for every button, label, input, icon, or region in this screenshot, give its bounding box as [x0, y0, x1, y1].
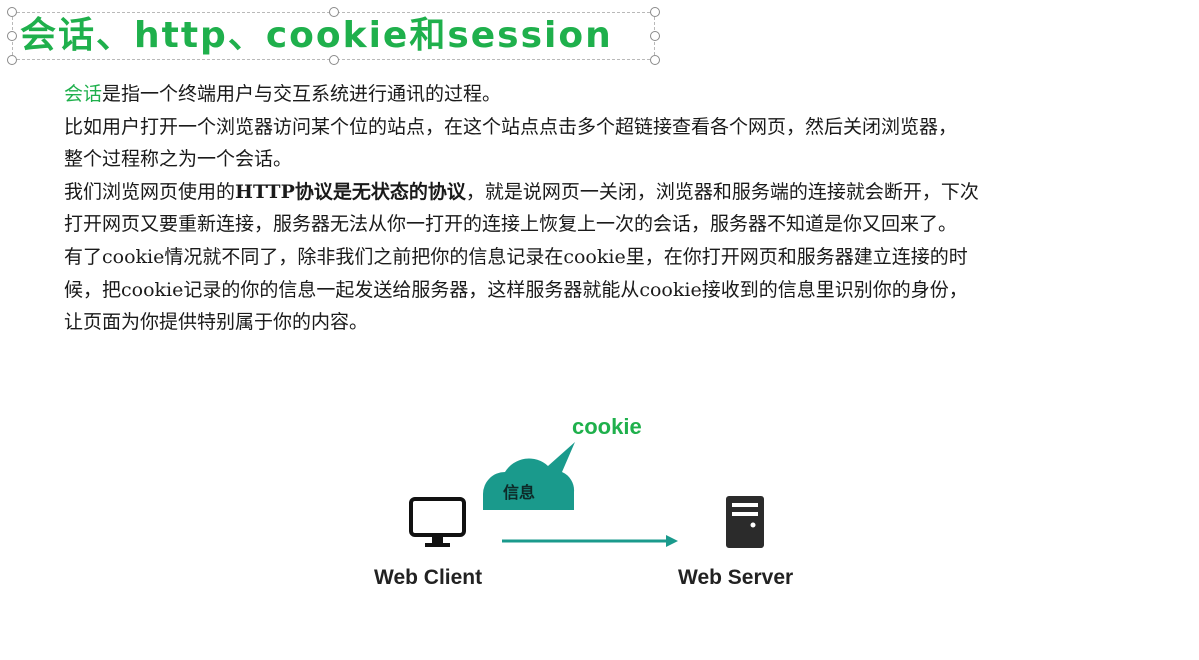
- resize-handle-top-right[interactable]: [650, 7, 660, 17]
- resize-handle-mid-left[interactable]: [7, 31, 17, 41]
- text-line-1: 会话是指一个终端用户与交互系统进行通讯的过程。: [64, 78, 1164, 111]
- text-line-3: 整个过程称之为一个会话。: [64, 148, 293, 171]
- text-segment: ，就是说网页一关闭，浏览器和服务端的连接就会断开，下次: [465, 180, 979, 203]
- server-icon: [726, 496, 764, 548]
- resize-handle-bottom-right[interactable]: [650, 55, 660, 65]
- slide-title[interactable]: 会话、http、cookie和session: [20, 11, 613, 61]
- arrow-icon: [502, 535, 678, 547]
- bold-term: HTTP协议是无状态的协议: [235, 180, 466, 203]
- web-server-label: Web Server: [678, 566, 794, 589]
- text-line-6: 有了cookie情况就不同了，除非我们之前把你的信息记录在cookie里，在你打…: [64, 245, 968, 268]
- cloud-label: 信息: [503, 483, 536, 502]
- text-line-8: 让页面为你提供特别属于你的内容。: [64, 311, 369, 334]
- resize-handle-mid-right[interactable]: [650, 31, 660, 41]
- text-segment: 是指一个终端用户与交互系统进行通讯的过程。: [102, 83, 502, 105]
- web-client-label: Web Client: [374, 566, 483, 589]
- cookie-label: cookie: [572, 414, 642, 439]
- text-line-5: 打开网页又要重新连接，服务器无法从你一打开的连接上恢复上一次的会话，服务器不知道…: [64, 213, 958, 236]
- text-line-4: 我们浏览网页使用的HTTP协议是无状态的协议，就是说网页一关闭，浏览器和服务端的…: [64, 176, 1164, 209]
- monitor-icon: [409, 497, 466, 547]
- text-segment: 我们浏览网页使用的: [64, 180, 236, 203]
- text-line-2: 比如用户打开一个浏览器访问某个位的站点，在这个站点点击多个超链接查看各个网页，然…: [64, 115, 958, 138]
- resize-handle-bottom-left[interactable]: [7, 55, 17, 65]
- text-line-7: 候，把cookie记录的你的信息一起发送给服务器，这样服务器就能从cookie接…: [64, 278, 968, 301]
- resize-handle-top-left[interactable]: [7, 7, 17, 17]
- body-text[interactable]: 会话是指一个终端用户与交互系统进行通讯的过程。 比如用户打开一个浏览器访问某个位…: [64, 78, 1164, 339]
- highlight-term: 会话: [64, 83, 103, 105]
